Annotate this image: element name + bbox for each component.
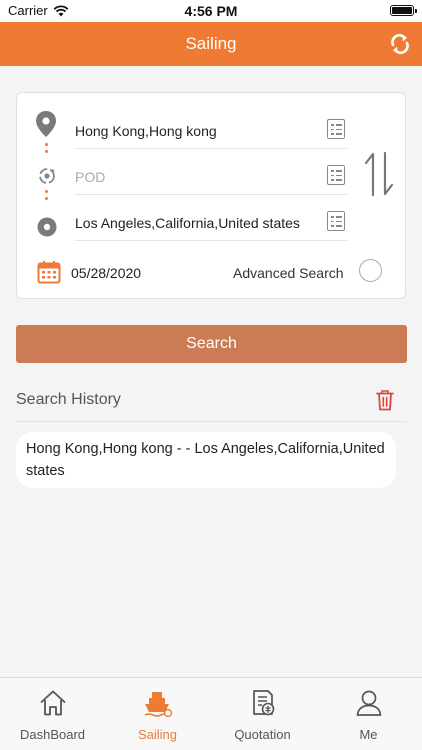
- route-dot: [45, 150, 48, 153]
- calendar-icon[interactable]: [37, 260, 61, 284]
- origin-list-icon[interactable]: [327, 119, 345, 139]
- destination-list-icon[interactable]: [327, 211, 345, 231]
- route-dot: [45, 143, 48, 146]
- search-button[interactable]: Search: [16, 325, 407, 363]
- home-icon: [40, 690, 66, 716]
- search-history-title: Search History: [16, 391, 121, 408]
- tab-dashboard[interactable]: DashBoard: [0, 678, 105, 750]
- tab-quotation[interactable]: Quotation: [210, 678, 315, 750]
- location-pin-icon: [36, 111, 56, 137]
- refresh-swap-icon[interactable]: [388, 32, 412, 56]
- tab-me-label: Me: [359, 727, 378, 742]
- swap-icon[interactable]: [363, 151, 395, 197]
- destination-icon: [37, 217, 57, 237]
- history-item[interactable]: Hong Kong,Hong kong - - Los Angeles,Cali…: [16, 432, 396, 488]
- route-dot: [45, 190, 48, 193]
- date-value[interactable]: 05/28/2020: [71, 265, 141, 281]
- nav-bar: Sailing: [0, 22, 422, 66]
- origin-field[interactable]: Hong Kong,Hong kong: [75, 113, 347, 149]
- ship-icon: [144, 692, 173, 718]
- pod-field[interactable]: POD: [75, 159, 347, 195]
- person-icon: [356, 690, 382, 716]
- tab-sailing[interactable]: Sailing: [105, 678, 210, 750]
- destination-value: Los Angeles,California,United states: [75, 215, 300, 231]
- tab-me[interactable]: Me: [316, 678, 421, 750]
- trash-icon[interactable]: [375, 389, 395, 411]
- advanced-search-radio[interactable]: [359, 259, 382, 282]
- clock: 4:56 PM: [184, 3, 238, 19]
- pod-placeholder: POD: [75, 169, 106, 185]
- tab-bar: DashBoard Sailing Quotation Me: [0, 677, 422, 750]
- status-bar: Carrier 4:56 PM: [0, 0, 422, 22]
- page-title: Sailing: [185, 34, 237, 53]
- pod-list-icon[interactable]: [327, 165, 345, 185]
- route-form-card: Hong Kong,Hong kong POD Los Angeles,Cali…: [16, 92, 406, 299]
- tab-sailing-label: Sailing: [137, 727, 178, 742]
- transit-point-icon: [39, 168, 55, 184]
- battery-icon: [390, 5, 417, 16]
- route-dot: [45, 197, 48, 200]
- tab-dashboard-label: DashBoard: [19, 727, 86, 742]
- tab-quotation-label: Quotation: [234, 727, 291, 742]
- divider: [16, 421, 406, 422]
- quotation-icon: [253, 690, 275, 716]
- advanced-search-label[interactable]: Advanced Search: [233, 265, 344, 281]
- destination-field[interactable]: Los Angeles,California,United states: [75, 205, 347, 241]
- origin-value: Hong Kong,Hong kong: [75, 123, 217, 139]
